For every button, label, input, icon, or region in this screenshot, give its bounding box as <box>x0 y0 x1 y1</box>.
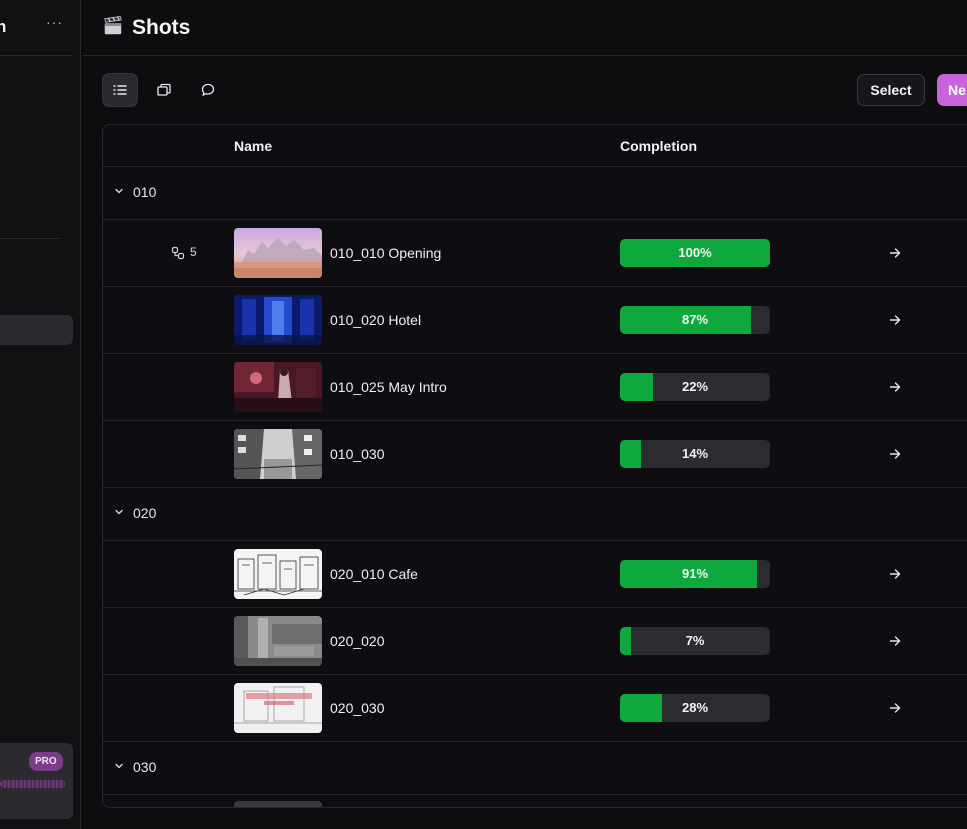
shot-thumbnail[interactable] <box>234 549 322 599</box>
shot-thumbnail[interactable] <box>234 683 322 733</box>
completion-label: 7% <box>685 633 705 648</box>
table-row[interactable]: 010_020 Hotel 87% <box>103 287 967 353</box>
table-row[interactable]: 020_020 7% <box>103 608 967 674</box>
chevron-down-icon[interactable] <box>113 760 125 772</box>
completion-bar: 22% <box>620 373 770 401</box>
completion-bar: 100% <box>620 239 770 267</box>
pro-badge: PRO <box>29 752 63 771</box>
select-button[interactable]: Select <box>857 74 925 106</box>
completion-label: 22% <box>681 379 709 394</box>
divider <box>103 794 967 795</box>
column-header-name[interactable]: Name <box>234 138 272 154</box>
shot-thumbnail[interactable] <box>234 616 322 666</box>
arrow-right-icon[interactable] <box>888 313 902 327</box>
linked-shots-icon <box>171 246 185 260</box>
sidebar: n ··· PRO <box>0 0 81 829</box>
usage-bar <box>0 780 65 788</box>
table-row[interactable]: 020_010 Cafe 91% <box>103 541 967 607</box>
new-shot-button[interactable]: Ne <box>937 74 967 106</box>
list-view-button[interactable] <box>102 73 138 107</box>
gallery-view-button[interactable] <box>146 73 182 107</box>
group-row-010[interactable]: 010 <box>103 167 967 219</box>
sidebar-item-shots[interactable] <box>0 315 73 345</box>
arrow-right-icon[interactable] <box>888 634 902 648</box>
group-row-020[interactable]: 020 <box>103 488 967 540</box>
chevron-down-icon[interactable] <box>113 506 125 518</box>
completion-label: 28% <box>681 700 709 715</box>
page-title: Shots <box>132 16 191 39</box>
arrow-right-icon[interactable] <box>888 246 902 260</box>
column-header-completion[interactable]: Completion <box>620 138 697 154</box>
shot-name[interactable]: 010_025 May Intro <box>330 379 447 395</box>
arrow-right-icon[interactable] <box>888 567 902 581</box>
arrow-right-icon[interactable] <box>888 701 902 715</box>
shots-table: Name Completion 010 5 010_010 Opening 10… <box>102 124 967 808</box>
list-view-icon <box>113 85 127 95</box>
arrow-right-icon[interactable] <box>888 380 902 394</box>
table-row[interactable]: 010_030 14% <box>103 421 967 487</box>
shot-thumbnail[interactable] <box>234 801 322 807</box>
shot-name[interactable]: 010_020 Hotel <box>330 312 421 328</box>
comments-view-button[interactable] <box>190 73 226 107</box>
shot-thumbnail[interactable] <box>234 295 322 345</box>
linked-shots-count: 5 <box>190 245 197 259</box>
sidebar-divider <box>0 55 73 56</box>
group-label: 020 <box>133 505 157 521</box>
completion-bar: 91% <box>620 560 770 588</box>
completion-bar: 87% <box>620 306 770 334</box>
group-label: 010 <box>133 184 157 200</box>
comment-icon <box>201 83 215 96</box>
completion-bar: 28% <box>620 694 770 722</box>
shot-thumbnail[interactable] <box>234 429 322 479</box>
more-options-icon[interactable]: ··· <box>46 14 63 30</box>
completion-bar: 7% <box>620 627 770 655</box>
completion-label: 100% <box>678 245 712 260</box>
chevron-down-icon[interactable] <box>113 185 125 197</box>
shot-name[interactable]: 020_020 <box>330 633 385 649</box>
shot-name[interactable]: 010_010 Opening <box>330 245 441 261</box>
table-row[interactable]: 010_025 May Intro 22% <box>103 354 967 420</box>
completion-label: 91% <box>681 566 709 581</box>
completion-label: 87% <box>681 312 709 327</box>
shot-name[interactable]: 020_030 <box>330 700 385 716</box>
page-header: Shots <box>82 0 967 56</box>
group-label: 030 <box>133 759 157 775</box>
shot-thumbnail[interactable] <box>234 362 322 412</box>
workspace-name: n <box>0 17 6 37</box>
sidebar-divider <box>0 238 60 239</box>
table-row[interactable]: 020_030 28% <box>103 675 967 741</box>
shot-thumbnail[interactable] <box>234 228 322 278</box>
completion-bar: 14% <box>620 440 770 468</box>
arrow-right-icon[interactable] <box>888 447 902 461</box>
table-row[interactable]: 5 010_010 Opening 100% <box>103 220 967 286</box>
completion-label: 14% <box>681 446 709 461</box>
shot-name[interactable]: 010_030 <box>330 446 385 462</box>
shot-name[interactable]: 020_010 Cafe <box>330 566 418 582</box>
group-row-030[interactable]: 030 <box>103 742 967 794</box>
main-content: Shots Select Ne Name Completion 010 5 01… <box>82 0 967 829</box>
gallery-view-icon <box>157 83 171 96</box>
clapperboard-icon <box>104 15 122 35</box>
